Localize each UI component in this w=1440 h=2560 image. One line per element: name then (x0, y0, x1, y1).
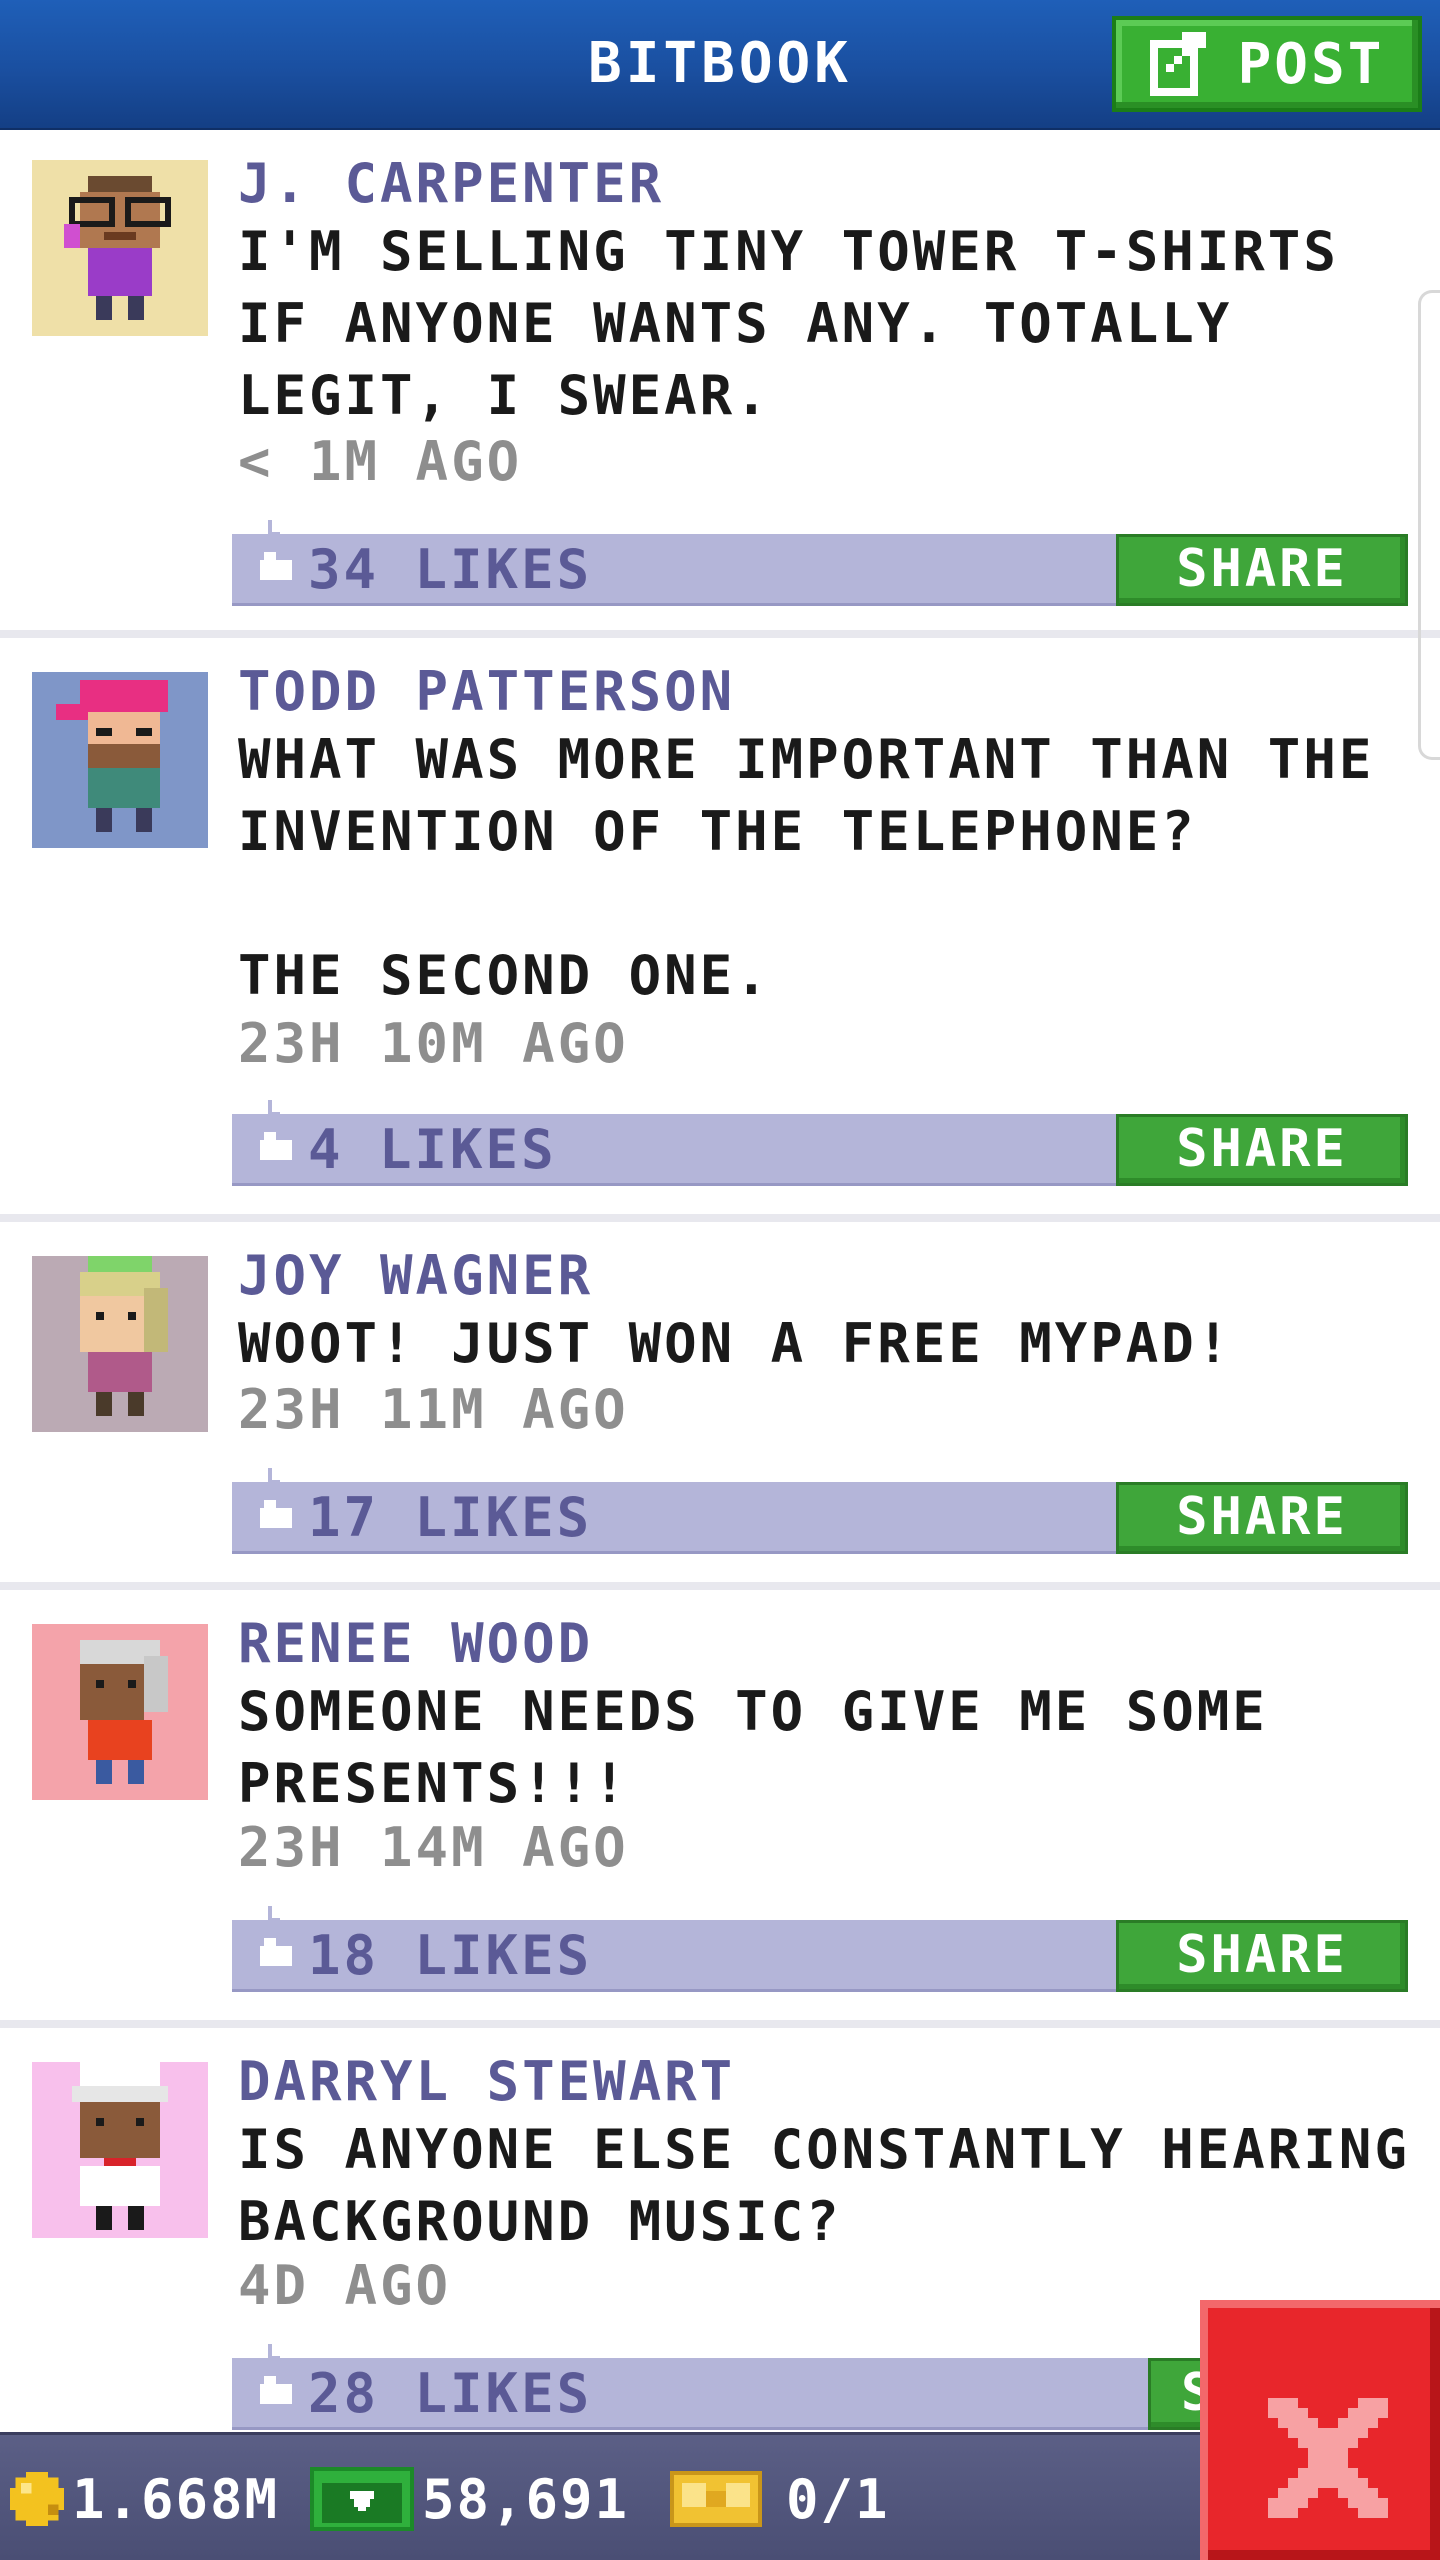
post-time: 23H 10M AGO (238, 1012, 629, 1075)
likes-count: 4 LIKES (308, 1118, 557, 1181)
feed-post: TODD PATTERSON WHAT WAS MORE IMPORTANT T… (0, 638, 1440, 1214)
likes-count: 34 LIKES (308, 538, 593, 601)
post-divider (0, 2020, 1440, 2028)
post-author[interactable]: JOY WAGNER (238, 1244, 593, 1307)
person-avatar-icon (32, 1624, 208, 1800)
post-time: 23H 11M AGO (238, 1378, 629, 1441)
post-author[interactable]: TODD PATTERSON (238, 660, 735, 723)
close-button[interactable] (1200, 2300, 1440, 2560)
post-message: WOOT! JUST WON A FREE MYPAD! (238, 1312, 1233, 1375)
likes-count: 17 LIKES (308, 1486, 593, 1549)
post-time: 23H 14M AGO (238, 1816, 629, 1879)
thumbs-up-icon[interactable] (252, 1100, 296, 1176)
avatar (32, 160, 208, 336)
ticket-icon (670, 2471, 762, 2527)
avatar (32, 2062, 208, 2238)
share-button[interactable]: SHARE (1116, 534, 1408, 606)
person-avatar-icon (32, 2062, 208, 2238)
compose-icon (1149, 32, 1206, 96)
feed-post: JOY WAGNER WOOT! JUST WON A FREE MYPAD! … (0, 1222, 1440, 1588)
post-author[interactable]: J. CARPENTER (238, 152, 664, 215)
bux-value: 58,691 (422, 2467, 630, 2531)
coins-stat: 1.668M (10, 2435, 279, 2560)
like-bar: 34 LIKES SHARE (232, 520, 1408, 606)
post-message: WHAT WAS MORE IMPORTANT THAN THE INVENTI… (238, 728, 1375, 1007)
thumbs-up-icon[interactable] (252, 2344, 296, 2420)
post-message: SOMEONE NEEDS TO GIVE ME SOME PRESENTS!!… (238, 1680, 1304, 1815)
post-message: I'M SELLING TINY TOWER T-SHIRTS IF ANYON… (238, 220, 1375, 427)
header-bar: BITBOOK POST (0, 0, 1440, 130)
bux-icon (310, 2467, 414, 2531)
feed-post: RENEE WOOD SOMEONE NEEDS TO GIVE ME SOME… (0, 1590, 1440, 2024)
thumbs-up-icon[interactable] (252, 1468, 296, 1544)
post-time: < 1M AGO (238, 430, 523, 493)
post-button[interactable]: POST (1112, 16, 1422, 112)
likes-count: 28 LIKES (308, 2362, 593, 2425)
post-message: IS ANYONE ELSE CONSTANTLY HEARING BACKGR… (238, 2118, 1410, 2253)
avatar (32, 1256, 208, 1432)
share-button[interactable]: SHARE (1116, 1920, 1408, 1992)
like-bar: 18 LIKES SHARE (232, 1906, 1408, 1992)
post-button-label: POST (1237, 31, 1385, 97)
coin-icon (10, 2472, 64, 2526)
share-button[interactable]: SHARE (1116, 1114, 1408, 1186)
avatar (32, 672, 208, 848)
coins-value: 1.668M (72, 2467, 280, 2531)
tickets-stat: 0/1 (670, 2435, 890, 2560)
feed-list[interactable]: J. CARPENTER I'M SELLING TINY TOWER T-SH… (0, 130, 1440, 2430)
person-avatar-icon (32, 672, 208, 848)
person-avatar-icon (32, 160, 208, 336)
tickets-value: 0/1 (786, 2467, 890, 2531)
scrollbar[interactable] (1418, 290, 1440, 760)
post-time: 4D AGO (238, 2254, 452, 2317)
person-avatar-icon (32, 1256, 208, 1432)
share-button[interactable]: SHARE (1116, 1482, 1408, 1554)
post-divider (0, 1214, 1440, 1222)
bux-stat: 58,691 (310, 2435, 629, 2560)
close-icon (1268, 2398, 1388, 2518)
thumbs-up-icon[interactable] (252, 520, 296, 596)
thumbs-up-icon[interactable] (252, 1906, 296, 1982)
post-author[interactable]: DARRYL STEWART (238, 2050, 735, 2113)
likes-count: 18 LIKES (308, 1924, 593, 1987)
like-bar: 4 LIKES SHARE (232, 1100, 1408, 1186)
avatar (32, 1624, 208, 1800)
feed-post: J. CARPENTER I'M SELLING TINY TOWER T-SH… (0, 130, 1440, 634)
post-author[interactable]: RENEE WOOD (238, 1612, 593, 1675)
bitbook-screen: BITBOOK POST J. CARPENTER I'M SELLING TI… (0, 0, 1440, 2560)
post-divider (0, 630, 1440, 638)
like-bar: 17 LIKES SHARE (232, 1468, 1408, 1554)
post-divider (0, 1582, 1440, 1590)
